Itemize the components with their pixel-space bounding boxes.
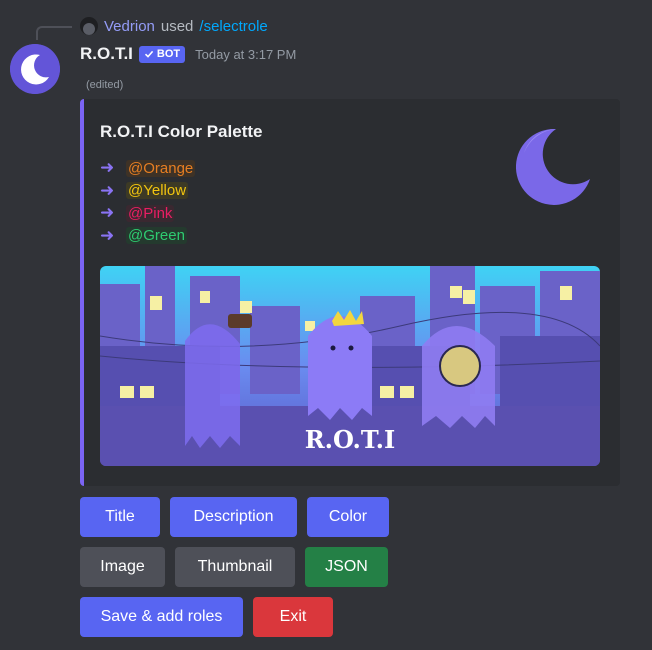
- roti-banner-illustration: R.O.T.I: [100, 266, 600, 466]
- reply-avatar[interactable]: [80, 17, 98, 35]
- bot-tag: BOT: [138, 45, 186, 63]
- bot-username[interactable]: R.O.T.I: [80, 44, 133, 64]
- thumbnail-button[interactable]: Thumbnail: [175, 547, 295, 587]
- crescent-moon-icon: [10, 44, 60, 94]
- reply-context[interactable]: Vedrion used /selectrole: [80, 16, 268, 36]
- role-item-green: ➜ @Green: [100, 225, 195, 248]
- reply-used-text: used: [160, 17, 194, 35]
- button-row-2: Image Thumbnail JSON: [80, 547, 388, 587]
- banner-title: R.O.T.I: [305, 425, 396, 454]
- message-header: R.O.T.I BOT Today at 3:17 PM: [80, 43, 296, 65]
- exit-button[interactable]: Exit: [253, 597, 333, 637]
- role-item-orange: ➜ @Orange: [100, 157, 196, 180]
- color-button[interactable]: Color: [307, 497, 389, 537]
- arrow-right-icon: ➜: [100, 158, 115, 178]
- embed: R.O.T.I Color Palette ➜ @Orange ➜ @Yello…: [80, 99, 620, 486]
- arrow-right-icon: ➜: [100, 225, 115, 245]
- arrow-right-icon: ➜: [100, 180, 115, 200]
- role-item-yellow: ➜ @Yellow: [100, 180, 195, 203]
- arrow-right-icon: ➜: [100, 203, 115, 223]
- role-mention-orange[interactable]: @Orange: [126, 159, 196, 177]
- embed-thumbnail[interactable]: [504, 123, 594, 213]
- message-timestamp: Today at 3:17 PM: [195, 46, 297, 62]
- reply-connector: [36, 26, 72, 40]
- embed-title: R.O.T.I Color Palette: [100, 122, 263, 141]
- button-row-3: Save & add roles Exit: [80, 597, 333, 637]
- edited-label: (edited): [86, 79, 124, 91]
- save-add-roles-button[interactable]: Save & add roles: [80, 597, 243, 637]
- button-row-1: Title Description Color: [80, 497, 389, 537]
- json-button[interactable]: JSON: [305, 547, 388, 587]
- embed-image[interactable]: R.O.T.I: [100, 266, 600, 466]
- bot-tag-label: BOT: [156, 48, 181, 60]
- crescent-moon-icon: [515, 128, 590, 205]
- description-button[interactable]: Description: [170, 497, 297, 537]
- reply-username[interactable]: Vedrion: [104, 18, 155, 35]
- role-mention-pink[interactable]: @Pink: [126, 204, 175, 222]
- title-button[interactable]: Title: [80, 497, 160, 537]
- ghost-right: [422, 326, 495, 428]
- reply-command[interactable]: /selectrole: [199, 18, 267, 35]
- ghost-center: [308, 310, 372, 420]
- role-mention-green[interactable]: @Green: [126, 227, 187, 245]
- image-button[interactable]: Image: [80, 547, 165, 587]
- role-list: ➜ @Orange ➜ @Yellow ➜ @Pink ➜ @Green: [100, 157, 196, 248]
- role-item-pink: ➜ @Pink: [100, 202, 195, 225]
- checkmark-icon: [144, 50, 154, 58]
- role-mention-yellow[interactable]: @Yellow: [126, 182, 189, 200]
- bot-avatar[interactable]: [10, 44, 60, 94]
